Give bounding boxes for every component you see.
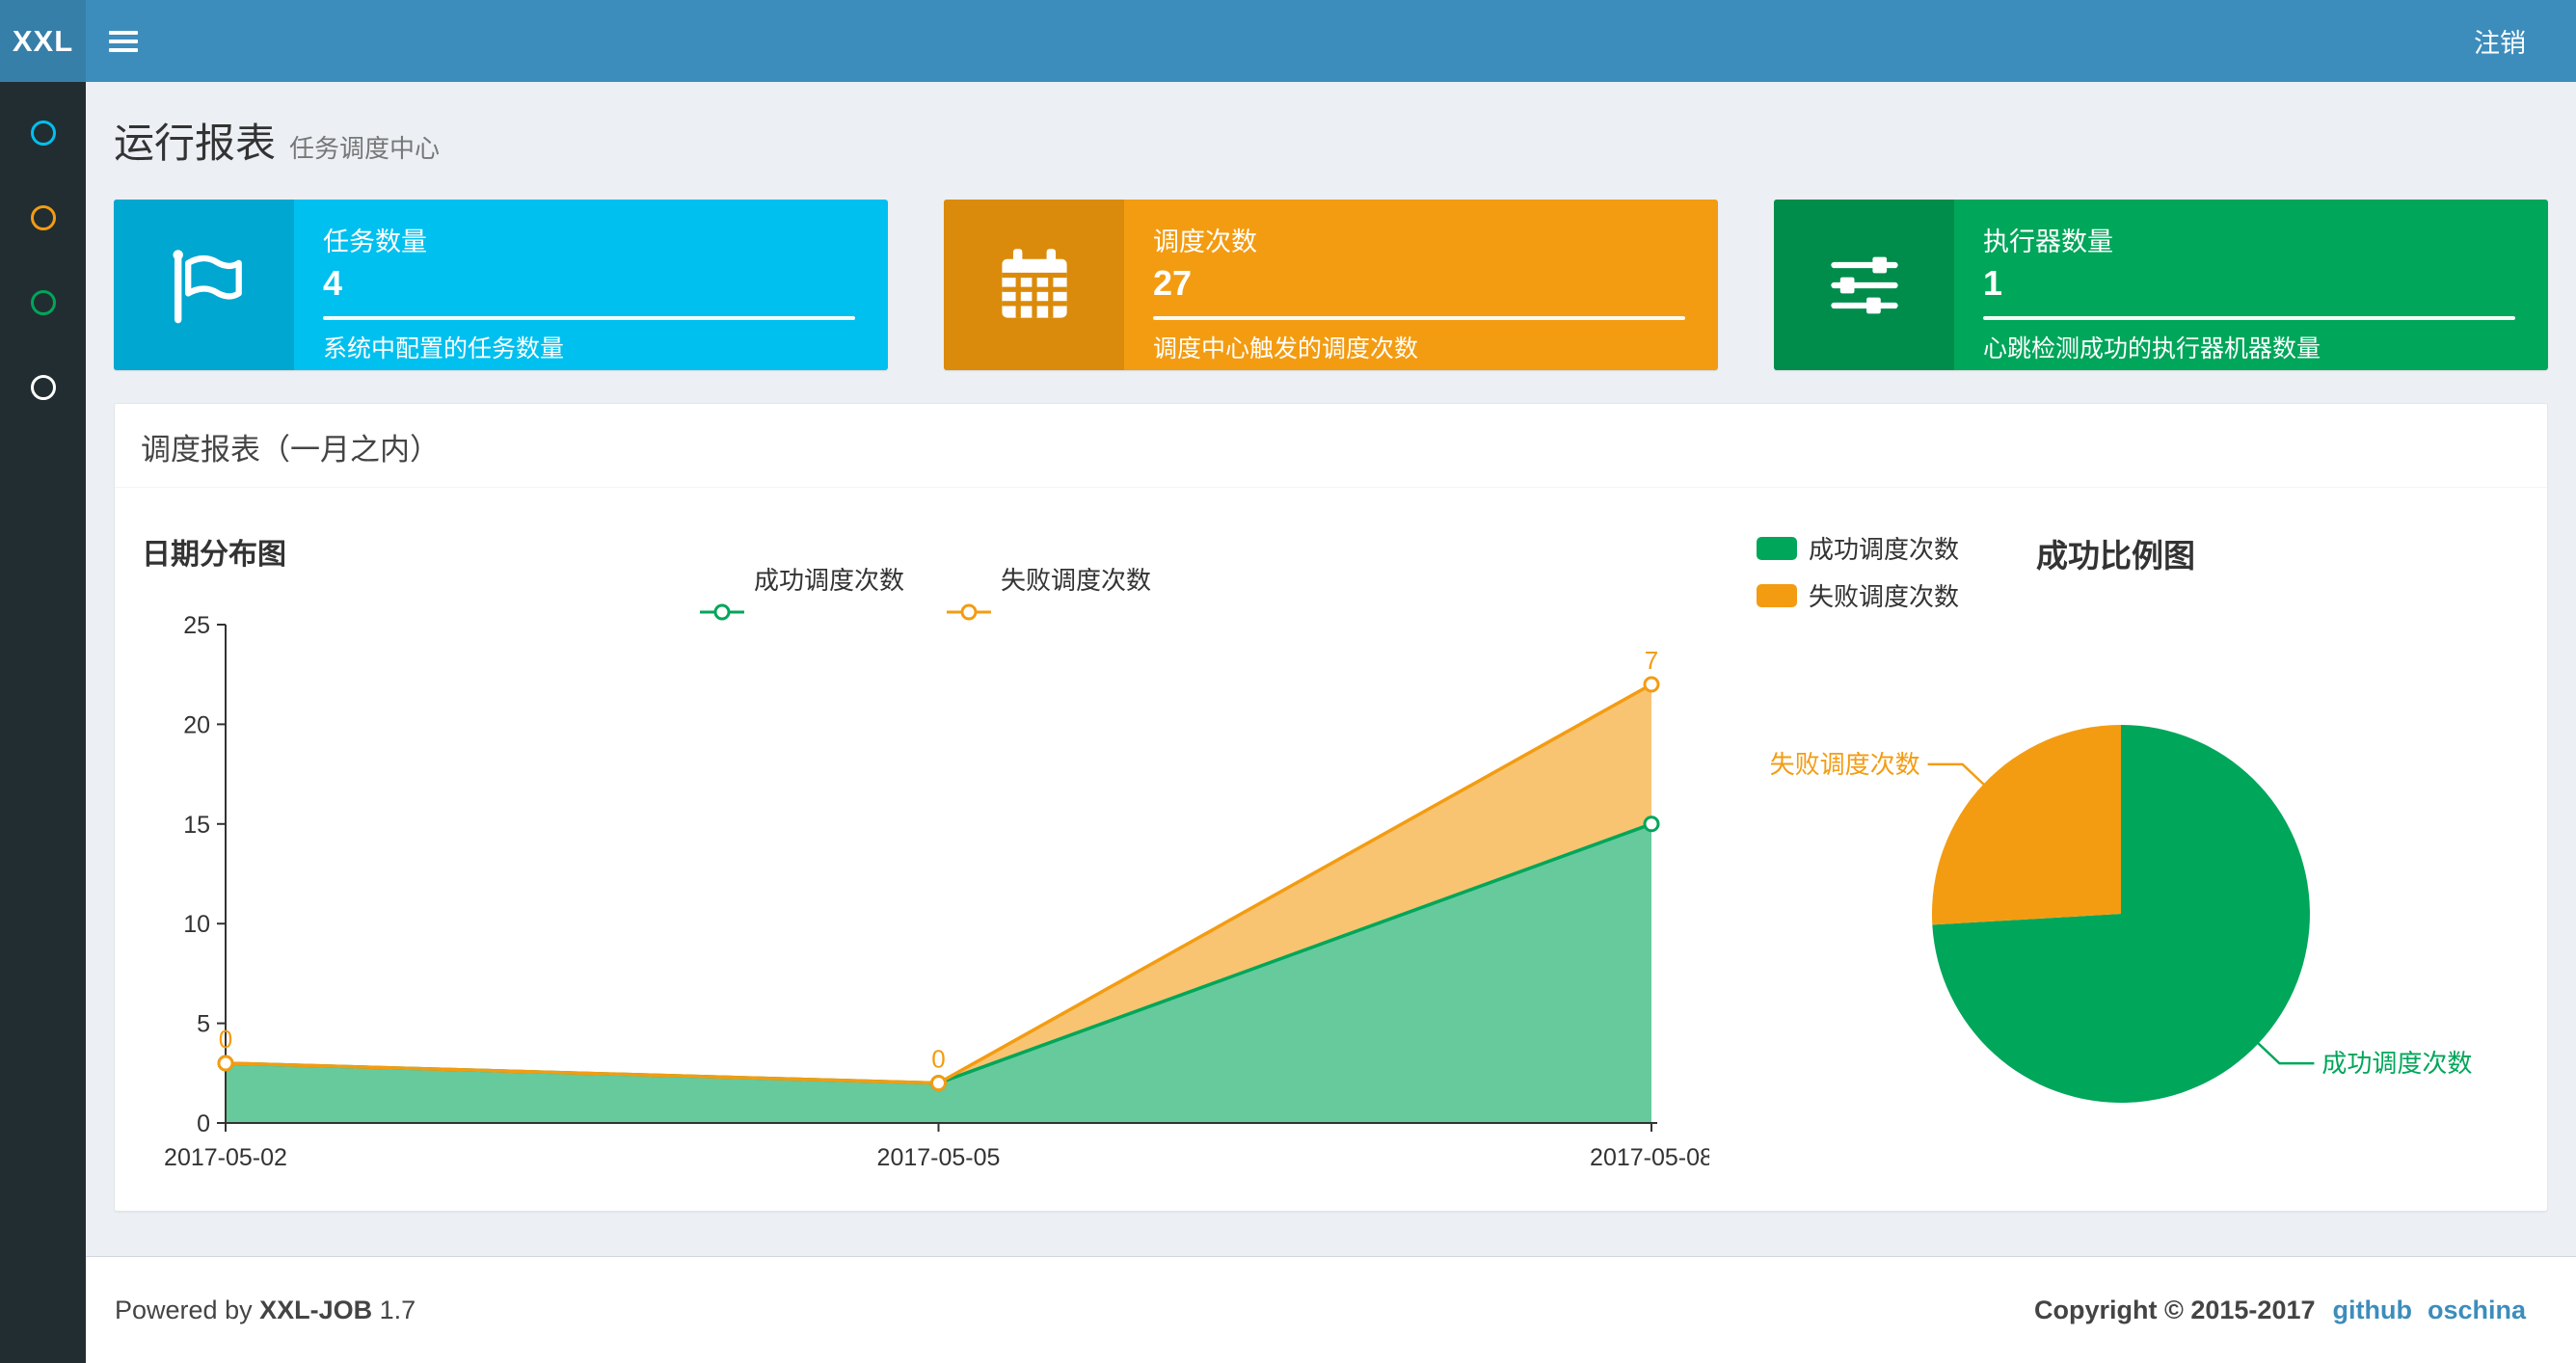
info-box-trigger-count: 调度次数 27 调度中心触发的调度次数 — [944, 200, 1718, 370]
sliders-icon — [1774, 200, 1954, 370]
page-title: 运行报表 — [114, 120, 277, 166]
info-box-value: 27 — [1153, 263, 1193, 303]
main-content: 运行报表 任务调度中心 任务数量 4 系统中配置的任务数量 调度次数 27 调度… — [86, 82, 2576, 1256]
calendar-icon — [944, 200, 1124, 370]
info-box-value: 1 — [1983, 263, 2003, 303]
circle-icon — [30, 375, 56, 400]
sidebar-toggle-button[interactable] — [86, 0, 161, 82]
point-label: 0 — [931, 1045, 945, 1074]
app-logo[interactable]: XXL — [0, 0, 86, 82]
legend-item[interactable]: 成功调度次数 — [698, 534, 904, 623]
line-legend-marker — [699, 603, 744, 621]
circle-icon — [30, 205, 56, 230]
circle-icon — [30, 120, 56, 146]
progress-bar — [1153, 316, 1685, 320]
info-box-row: 任务数量 4 系统中配置的任务数量 调度次数 27 调度中心触发的调度次数 执行… — [114, 200, 2548, 370]
legend-label: 失败调度次数 — [1001, 565, 1152, 595]
legend-item[interactable]: 成功调度次数 — [1757, 530, 1959, 566]
svg-text:0: 0 — [197, 1110, 210, 1137]
schedule-report-panel: 调度报表（一月之内） 日期分布图 成功调度次数 失败调度次数 0 5 10 15 20 25… — [114, 403, 2548, 1212]
legend-item[interactable]: 失败调度次数 — [945, 534, 1151, 623]
progress-bar — [1983, 316, 2515, 320]
app-name: XXL-JOB — [259, 1295, 373, 1324]
info-box-label: 任务数量 — [323, 227, 427, 256]
svg-text:15: 15 — [183, 812, 210, 839]
sidebar-item-jobs[interactable] — [0, 175, 86, 260]
footer-link-github[interactable]: github — [2333, 1296, 2412, 1325]
page-subtitle: 任务调度中心 — [289, 134, 441, 163]
svg-text:2017-05-02: 2017-05-02 — [164, 1144, 287, 1171]
svg-text:20: 20 — [183, 711, 210, 738]
legend-label: 成功调度次数 — [1809, 535, 1960, 564]
legend-swatch — [1757, 536, 1797, 560]
sidebar-item-help[interactable] — [0, 345, 86, 430]
svg-text:5: 5 — [197, 1011, 210, 1038]
footer-links: github oschina — [2333, 1296, 2527, 1325]
info-box-label: 调度次数 — [1153, 227, 1257, 256]
date-distribution-chart-block: 日期分布图 成功调度次数 失败调度次数 0 5 10 15 20 25 2017-05-02 2… — [140, 517, 1709, 1182]
panel-title: 调度报表（一月之内） — [115, 404, 2547, 488]
line-chart-legend: 成功调度次数 失败调度次数 — [698, 534, 1151, 623]
circle-icon — [30, 290, 56, 315]
copyright-text: Copyright © 2015-2017 — [2033, 1295, 2316, 1324]
info-box-job-count: 任务数量 4 系统中配置的任务数量 — [114, 200, 888, 370]
info-box-value: 4 — [323, 263, 343, 303]
footer: Powered by XXL-JOB 1.7 Copyright © 2015-… — [86, 1256, 2576, 1363]
progress-bar — [323, 316, 855, 320]
svg-text:2017-05-05: 2017-05-05 — [877, 1144, 1001, 1171]
hamburger-icon — [109, 26, 138, 57]
legend-label: 失败调度次数 — [1809, 582, 1960, 611]
pie-label: 成功调度次数 — [2321, 1049, 2472, 1078]
data-point — [930, 1075, 947, 1092]
svg-text:2017-05-08: 2017-05-08 — [1590, 1144, 1709, 1171]
success-ratio-pie-chart: 成功调度次数 失败调度次数 — [1770, 725, 2472, 1103]
svg-text:10: 10 — [183, 911, 210, 938]
pie-slice — [1931, 725, 2121, 925]
info-box-description: 系统中配置的任务数量 — [323, 335, 565, 362]
page-header: 运行报表 任务调度中心 — [114, 111, 2548, 166]
powered-by-text: Powered by XXL-JOB 1.7 — [115, 1295, 416, 1324]
sidebar-item-executors[interactable] — [0, 260, 86, 345]
data-point — [217, 1055, 234, 1072]
svg-text:25: 25 — [183, 612, 210, 639]
point-label: 7 — [1645, 646, 1658, 675]
info-box-label: 执行器数量 — [1983, 227, 2113, 256]
info-box-executor-count: 执行器数量 1 心跳检测成功的执行器机器数量 — [1774, 200, 2548, 370]
flag-icon — [114, 200, 294, 370]
legend-item[interactable]: 失败调度次数 — [1757, 577, 1959, 613]
logout-link[interactable]: 注销 — [2424, 0, 2576, 82]
pie-label-line — [2256, 1041, 2315, 1065]
pie-label-line — [1927, 762, 1986, 787]
pie-chart-legend: 成功调度次数 失败调度次数 — [1757, 530, 1959, 625]
line-chart-title: 日期分布图 — [142, 539, 286, 571]
top-navbar: XXL 注销 — [0, 0, 2576, 82]
legend-swatch — [1757, 583, 1797, 607]
pie-chart-title: 成功比例图 — [2036, 538, 2195, 574]
sidebar — [0, 82, 86, 1363]
footer-link-oschina[interactable]: oschina — [2428, 1296, 2526, 1325]
sidebar-item-report[interactable] — [0, 91, 86, 175]
info-box-description: 心跳检测成功的执行器机器数量 — [1983, 335, 2321, 362]
success-ratio-chart-block: 成功调度次数 失败调度次数 成功比例图 成功调度次数 失败调度次数 — [1755, 517, 2522, 1182]
data-point — [1643, 815, 1660, 833]
info-box-description: 调度中心触发的调度次数 — [1153, 335, 1419, 362]
legend-label: 成功调度次数 — [753, 565, 904, 595]
line-legend-marker — [947, 603, 991, 621]
pie-label: 失败调度次数 — [1770, 750, 1920, 779]
date-distribution-chart: 05101520252017-05-02 2017-05-05 2017-05-08… — [164, 612, 1709, 1171]
data-point — [1643, 676, 1660, 693]
point-label: 0 — [219, 1025, 232, 1054]
